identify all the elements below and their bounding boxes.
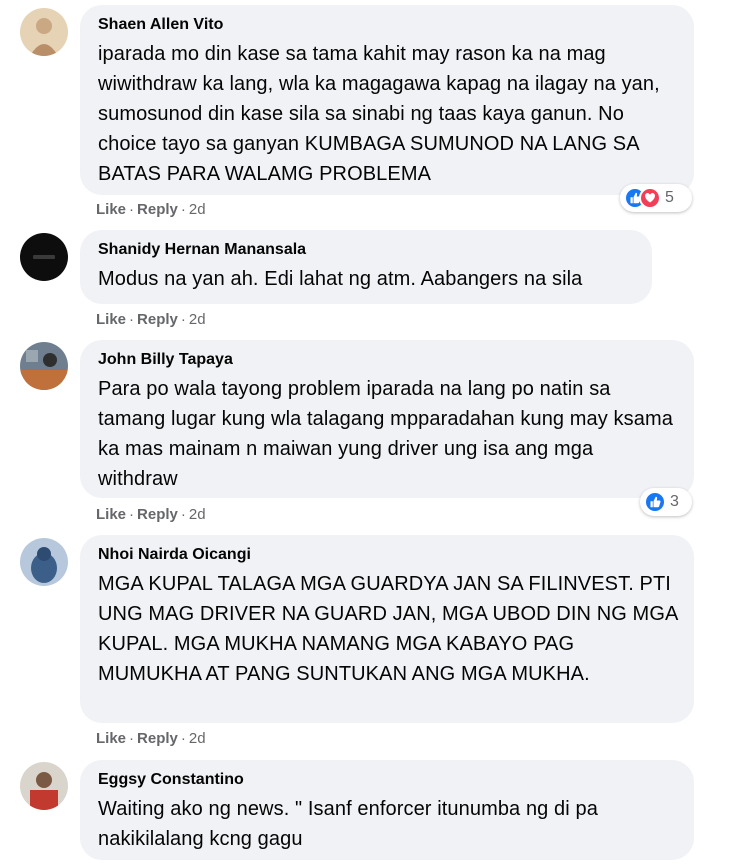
comment-timestamp[interactable]: 2d: [189, 730, 206, 747]
reply-button[interactable]: Reply: [137, 730, 178, 747]
separator: ·: [180, 201, 186, 218]
reactions-badge[interactable]: 3: [640, 488, 692, 516]
comment-actions: Like · Reply · 2d: [96, 311, 206, 329]
comment-text: Waiting ako ng news. " Isanf enforcer it…: [98, 798, 598, 850]
separator: ·: [129, 201, 135, 218]
reactions-badge[interactable]: 5: [620, 184, 692, 212]
comment-actions: Like · Reply · 2d: [96, 506, 206, 524]
reaction-count: 5: [665, 189, 674, 206]
separator: ·: [180, 730, 186, 747]
separator: ·: [180, 506, 186, 523]
comment-author[interactable]: Nhoi Nairda Oicangi: [98, 545, 678, 565]
comment-author[interactable]: Shaen Allen Vito: [98, 15, 678, 35]
comment-text: MGA KUPAL TALAGA MGA GUARDYA JAN SA FILI…: [98, 573, 678, 685]
love-icon: [639, 187, 661, 209]
avatar[interactable]: [20, 538, 68, 586]
separator: ·: [180, 311, 186, 328]
like-button[interactable]: Like: [96, 730, 126, 747]
comment-bubble: Shanidy Hernan Manansala Modus na yan ah…: [80, 230, 652, 304]
comment-bubble: Shaen Allen Vito iparada mo din kase sa …: [80, 5, 694, 195]
comment-bubble: Eggsy Constantino Waiting ako ng news. "…: [80, 760, 694, 860]
comment-actions: Like · Reply · 2d: [96, 201, 206, 219]
comment-author[interactable]: John Billy Tapaya: [98, 350, 678, 370]
reply-button[interactable]: Reply: [137, 201, 178, 218]
reply-button[interactable]: Reply: [137, 506, 178, 523]
comment-text: iparada mo din kase sa tama kahit may ra…: [98, 43, 660, 185]
comment-author[interactable]: Eggsy Constantino: [98, 770, 678, 790]
separator: ·: [129, 506, 135, 523]
comment-bubble: Nhoi Nairda Oicangi MGA KUPAL TALAGA MGA…: [80, 535, 694, 723]
avatar[interactable]: [20, 233, 68, 281]
comment-text: Modus na yan ah. Edi lahat ng atm. Aaban…: [98, 268, 583, 290]
reply-button[interactable]: Reply: [137, 311, 178, 328]
like-button[interactable]: Like: [96, 311, 126, 328]
avatar[interactable]: [20, 8, 68, 56]
separator: ·: [129, 311, 135, 328]
like-button[interactable]: Like: [96, 201, 126, 218]
comment-bubble: John Billy Tapaya Para po wala tayong pr…: [80, 340, 694, 498]
comment-actions: Like · Reply · 2d: [96, 730, 206, 748]
comment-timestamp[interactable]: 2d: [189, 311, 206, 328]
comment-text: Para po wala tayong problem iparada na l…: [98, 378, 673, 490]
avatar[interactable]: [20, 342, 68, 390]
comment-timestamp[interactable]: 2d: [189, 201, 206, 218]
like-button[interactable]: Like: [96, 506, 126, 523]
avatar[interactable]: [20, 762, 68, 810]
like-icon: [644, 491, 666, 513]
comment-author[interactable]: Shanidy Hernan Manansala: [98, 240, 636, 260]
reaction-count: 3: [670, 493, 679, 510]
separator: ·: [129, 730, 135, 747]
comment-timestamp[interactable]: 2d: [189, 506, 206, 523]
